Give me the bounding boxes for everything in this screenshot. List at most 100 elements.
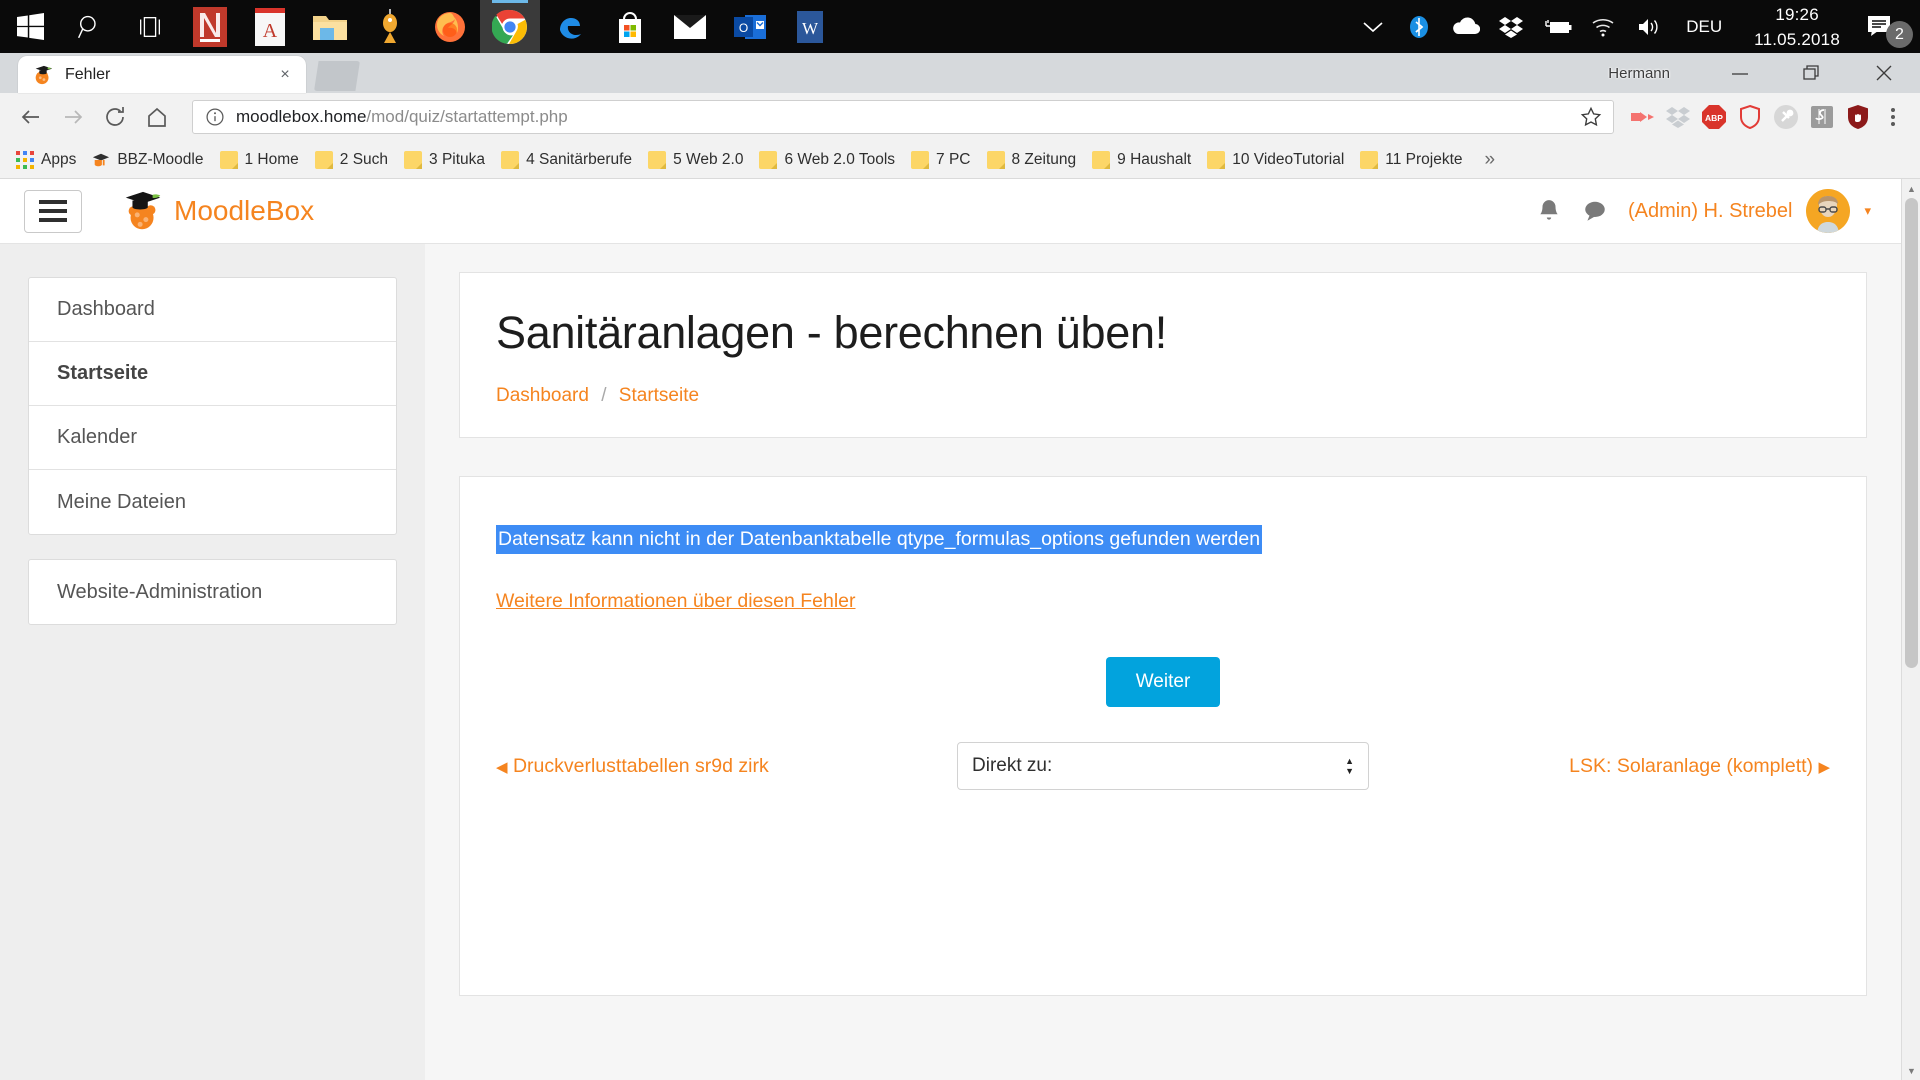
- jump-to-wrap: Direkt zu: ▲▼: [957, 742, 1369, 790]
- tray-wifi[interactable]: [1580, 0, 1626, 53]
- messages-button[interactable]: [1572, 188, 1618, 234]
- back-button[interactable]: [10, 96, 52, 138]
- start-button[interactable]: [0, 0, 60, 53]
- tab-close-button[interactable]: ×: [274, 64, 296, 86]
- nav-drawer-toggle[interactable]: [24, 190, 82, 233]
- browser-tab[interactable]: Fehler ×: [18, 56, 306, 93]
- window-controls: Hermann: [1608, 53, 1920, 93]
- tab-strip: Fehler × Hermann: [0, 53, 1920, 93]
- search-button[interactable]: [60, 0, 120, 53]
- sidebar-item-startseite[interactable]: Startseite: [29, 342, 396, 406]
- bookmark-1-home[interactable]: 1 Home: [212, 145, 307, 175]
- address-bar[interactable]: moodlebox.home/mod/quiz/startattempt.php: [192, 100, 1614, 134]
- tray-battery[interactable]: [1534, 0, 1580, 53]
- action-center-button[interactable]: 2: [1858, 0, 1920, 53]
- volume-icon: [1636, 16, 1662, 38]
- bookmark-2-such[interactable]: 2 Such: [307, 145, 396, 175]
- page-viewport: MoodleBox (Admin) H. Strebel: [0, 179, 1920, 1080]
- taskbar-app-explorer[interactable]: [300, 0, 360, 53]
- bookmark-3-pituka[interactable]: 3 Pituka: [396, 145, 493, 175]
- extension-script-safe[interactable]: [1804, 97, 1840, 137]
- sidebar-item-meine-dateien[interactable]: Meine Dateien: [29, 470, 396, 534]
- bookmarks-overflow-button[interactable]: »: [1477, 149, 1504, 171]
- taskbar-app-acrobat[interactable]: A: [240, 0, 300, 53]
- breadcrumb-item-dashboard[interactable]: Dashboard: [496, 385, 589, 406]
- url-host: moodlebox.home: [236, 107, 366, 126]
- home-button[interactable]: [136, 96, 178, 138]
- breadcrumb-item-startseite[interactable]: Startseite: [619, 385, 699, 406]
- previous-activity-link[interactable]: ◀ Druckverlusttabellen sr9d zirk: [496, 755, 957, 778]
- tray-onedrive[interactable]: [1442, 0, 1488, 53]
- extension-adguard-shield[interactable]: [1732, 97, 1768, 137]
- scroll-up-button[interactable]: ▲: [1902, 179, 1920, 198]
- dropbox-icon: [1666, 106, 1690, 128]
- user-menu-caret-icon[interactable]: ▾: [1864, 203, 1871, 219]
- bookmark-9-haushalt[interactable]: 9 Haushalt: [1084, 145, 1199, 175]
- task-view-button[interactable]: [120, 0, 180, 53]
- sidebar-item-dashboard[interactable]: Dashboard: [29, 278, 396, 342]
- taskbar-app-edge[interactable]: [540, 0, 600, 53]
- bookmark-star-button[interactable]: [1577, 103, 1605, 131]
- task-view-icon: [136, 16, 164, 38]
- extension-dropbox[interactable]: [1660, 97, 1696, 137]
- close-icon: [1873, 63, 1895, 83]
- scrollbar-thumb[interactable]: [1905, 198, 1918, 668]
- notifications-button[interactable]: [1526, 188, 1572, 234]
- extension-disconnect-plug[interactable]: [1768, 97, 1804, 137]
- site-brand[interactable]: MoodleBox: [120, 188, 314, 234]
- tray-clock[interactable]: 19:26 11.05.2018: [1736, 2, 1858, 52]
- svg-text:ABP: ABP: [1705, 113, 1723, 123]
- bookmark-6-web20-tools[interactable]: 6 Web 2.0 Tools: [751, 145, 903, 175]
- taskbar-app-mail[interactable]: [660, 0, 720, 53]
- taskbar-app-outlook[interactable]: O: [720, 0, 780, 53]
- show-hidden-icons-button[interactable]: [1350, 0, 1396, 53]
- scroll-down-button[interactable]: ▼: [1902, 1061, 1920, 1080]
- close-button[interactable]: [1848, 53, 1920, 93]
- minimize-button[interactable]: [1704, 53, 1776, 93]
- sidebar-item-kalender[interactable]: Kalender: [29, 406, 396, 470]
- bookmark-10-videotutorial[interactable]: 10 VideoTutorial: [1199, 145, 1352, 175]
- continue-button[interactable]: Weiter: [1106, 657, 1221, 707]
- maximize-button[interactable]: [1776, 53, 1848, 93]
- taskbar-app-firefox[interactable]: [420, 0, 480, 53]
- extension-video-downloader[interactable]: [1624, 97, 1660, 137]
- avatar[interactable]: [1806, 189, 1850, 233]
- restore-icon: [1801, 63, 1823, 83]
- bookmark-apps[interactable]: Apps: [8, 145, 84, 175]
- sidebar-item-website-administration[interactable]: Website-Administration: [29, 560, 396, 624]
- taskbar-app-nitro[interactable]: [180, 0, 240, 53]
- bookmark-bbz-moodle[interactable]: BBZ-Moodle: [84, 145, 211, 175]
- hand-shield-icon: [1846, 104, 1870, 130]
- reload-button[interactable]: [94, 96, 136, 138]
- tray-dropbox[interactable]: [1488, 0, 1534, 53]
- bookmark-7-pc[interactable]: 7 PC: [903, 145, 978, 175]
- tray-volume[interactable]: [1626, 0, 1672, 53]
- jump-to-select[interactable]: Direkt zu: ▲▼: [957, 742, 1369, 790]
- info-circle-icon: [205, 107, 225, 127]
- nav-block-primary: Dashboard Startseite Kalender Meine Date…: [28, 277, 397, 535]
- user-menu-name[interactable]: (Admin) H. Strebel: [1628, 200, 1793, 223]
- error-more-info-link[interactable]: Weitere Informationen über diesen Fehler: [496, 590, 1830, 613]
- new-tab-button[interactable]: [314, 61, 360, 91]
- chrome-menu-button[interactable]: [1876, 97, 1910, 137]
- taskbar-app-store[interactable]: [600, 0, 660, 53]
- bookmark-8-zeitung[interactable]: 8 Zeitung: [979, 145, 1085, 175]
- taskbar-app-chrome[interactable]: [480, 0, 540, 53]
- taskbar-app-word[interactable]: W: [780, 0, 840, 53]
- next-activity-link[interactable]: LSK: Solaranlage (komplett) ▶: [1369, 755, 1830, 778]
- extension-privacy-badger[interactable]: [1840, 97, 1876, 137]
- chrome-profile-name[interactable]: Hermann: [1608, 65, 1670, 82]
- page-scrollbar[interactable]: ▲ ▼: [1901, 179, 1920, 1080]
- nitro-pdf-icon: [193, 7, 227, 47]
- taskbar-app-hotpotatoes[interactable]: [360, 0, 420, 53]
- extension-adblock-plus[interactable]: ABP: [1696, 97, 1732, 137]
- bookmark-5-web20[interactable]: 5 Web 2.0: [640, 145, 751, 175]
- bookmark-11-projekte[interactable]: 11 Projekte: [1352, 145, 1470, 175]
- tray-bluetooth[interactable]: [1396, 0, 1442, 53]
- tray-language[interactable]: DEU: [1672, 17, 1736, 37]
- microsoft-store-icon: [615, 10, 645, 44]
- edge-icon: [554, 10, 586, 44]
- forward-button[interactable]: [52, 96, 94, 138]
- bookmark-4-sanitaerberufe[interactable]: 4 Sanitärberufe: [493, 145, 640, 175]
- moodlebox-raspberry-icon: [120, 188, 166, 234]
